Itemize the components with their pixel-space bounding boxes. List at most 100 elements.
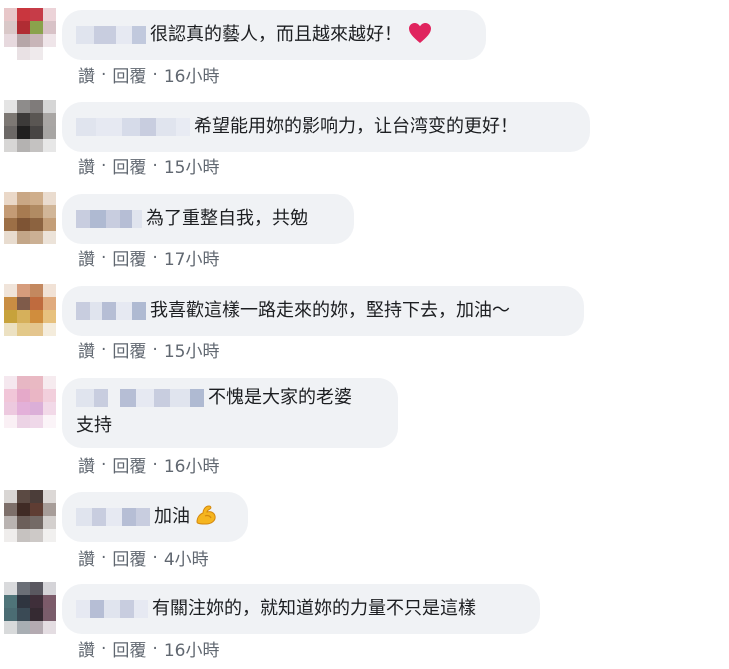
avatar[interactable] [4, 8, 56, 60]
avatar-pixel [17, 376, 30, 389]
avatar-pixel [17, 389, 30, 402]
avatar-pixel [30, 621, 43, 634]
avatar-pixel [4, 100, 17, 113]
reply-link[interactable]: 回覆 [112, 545, 146, 570]
avatar-pixel [17, 8, 30, 21]
blurred-author-name[interactable] [76, 302, 146, 320]
like-link[interactable]: 讚 [78, 545, 95, 570]
avatar-pixel [30, 218, 43, 231]
timestamp-link[interactable]: 16小時 [164, 62, 220, 87]
avatar-pixel [30, 595, 43, 608]
avatar-pixel [17, 284, 30, 297]
avatar-pixel [30, 389, 43, 402]
avatar-pixel [17, 34, 30, 47]
timestamp-link[interactable]: 15小時 [164, 337, 220, 362]
avatar-pixel [4, 595, 17, 608]
avatar-pixel [43, 582, 56, 595]
avatar-pixel [4, 126, 17, 139]
avatar-pixel [4, 389, 17, 402]
avatar-pixel [30, 192, 43, 205]
reply-link[interactable]: 回覆 [112, 452, 146, 477]
avatar-pixel [17, 47, 30, 60]
timestamp-link[interactable]: 15小時 [164, 153, 220, 178]
avatar-pixel [43, 310, 56, 323]
avatar-pixel [4, 218, 17, 231]
avatar[interactable] [4, 376, 56, 428]
avatar[interactable] [4, 192, 56, 244]
avatar-pixel [4, 490, 17, 503]
avatar-pixel [43, 516, 56, 529]
reply-link[interactable]: 回覆 [112, 636, 146, 661]
avatar-pixel [4, 310, 17, 323]
avatar-pixel [30, 582, 43, 595]
avatar[interactable] [4, 100, 56, 152]
avatar-pixel [43, 192, 56, 205]
separator-dot: · [152, 247, 158, 268]
avatar-pixel [4, 113, 17, 126]
separator-dot: · [101, 638, 107, 659]
blurred-author-name[interactable] [76, 600, 148, 618]
comment-text: 加油 [154, 506, 190, 527]
blurred-author-name[interactable] [76, 210, 142, 228]
comment-text: 我喜歡這樣一路走來的妳，堅持下去，加油～ [150, 300, 510, 321]
avatar-pixel [43, 8, 56, 21]
like-link[interactable]: 讚 [78, 245, 95, 270]
avatar-pixel [4, 231, 17, 244]
like-link[interactable]: 讚 [78, 153, 95, 178]
blurred-author-name[interactable] [76, 26, 146, 44]
avatar-pixel [4, 621, 17, 634]
like-link[interactable]: 讚 [78, 337, 95, 362]
like-link[interactable]: 讚 [78, 62, 95, 87]
avatar-pixel [4, 516, 17, 529]
separator-dot: · [152, 155, 158, 176]
avatar-pixel [4, 503, 17, 516]
reply-link[interactable]: 回覆 [112, 337, 146, 362]
avatar-pixel [43, 503, 56, 516]
avatar-pixel [17, 100, 30, 113]
blurred-author-name[interactable] [76, 508, 150, 526]
avatar-pixel [30, 297, 43, 310]
timestamp-link[interactable]: 16小時 [164, 452, 220, 477]
avatar-pixel [17, 608, 30, 621]
reply-link[interactable]: 回覆 [112, 62, 146, 87]
avatar-pixel [43, 231, 56, 244]
avatar[interactable] [4, 582, 56, 634]
timestamp-link[interactable]: 17小時 [164, 245, 220, 270]
timestamp-link[interactable]: 4小時 [164, 545, 209, 570]
avatar-pixel [43, 608, 56, 621]
flexed-biceps-icon [194, 503, 218, 531]
blurred-author-name[interactable] [76, 389, 204, 407]
separator-dot: · [101, 339, 107, 360]
avatar-pixel [4, 415, 17, 428]
avatar-pixel [4, 139, 17, 152]
avatar-pixel [43, 205, 56, 218]
separator-dot: · [101, 155, 107, 176]
reply-link[interactable]: 回覆 [112, 153, 146, 178]
avatar-pixel [4, 284, 17, 297]
avatar-pixel [30, 21, 43, 34]
timestamp-link[interactable]: 16小時 [164, 636, 220, 661]
blurred-author-name[interactable] [76, 118, 190, 136]
comment-actions: 讚 · 回覆 · 17小時 [78, 245, 220, 271]
like-link[interactable]: 讚 [78, 636, 95, 661]
avatar-pixel [30, 490, 43, 503]
avatar-pixel [30, 34, 43, 47]
like-link[interactable]: 讚 [78, 452, 95, 477]
avatar-pixel [43, 376, 56, 389]
comment-bubble: 我喜歡這樣一路走來的妳，堅持下去，加油～ [62, 286, 584, 336]
avatar-pixel [4, 297, 17, 310]
avatar-pixel [43, 490, 56, 503]
avatar-pixel [17, 297, 30, 310]
avatar-pixel [43, 402, 56, 415]
avatar-pixel [17, 139, 30, 152]
avatar[interactable] [4, 490, 56, 542]
avatar-pixel [30, 47, 43, 60]
avatar-pixel [17, 323, 30, 336]
avatar-pixel [30, 323, 43, 336]
comment-text: 為了重整自我，共勉 [146, 208, 308, 229]
comment-text: 不愧是大家的老婆 [208, 387, 352, 408]
comment-bubble: 有關注妳的，就知道妳的力量不只是這樣 [62, 584, 540, 634]
avatar[interactable] [4, 284, 56, 336]
reply-link[interactable]: 回覆 [112, 245, 146, 270]
comment-bubble: 很認真的藝人，而且越來越好！ [62, 10, 486, 60]
